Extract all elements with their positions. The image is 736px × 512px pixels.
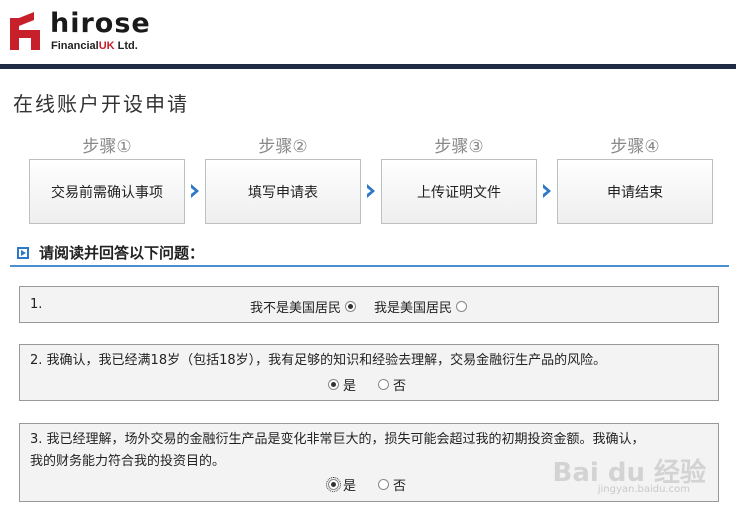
step-1-label: 步骤① xyxy=(82,137,132,157)
option-yes-radio[interactable] xyxy=(326,477,341,492)
question-2-options: 是 否 xyxy=(328,375,406,394)
question-3-options: 是 否 xyxy=(326,475,406,494)
question-3-number: 3. xyxy=(30,432,43,447)
play-bullet-icon xyxy=(17,246,29,259)
question-2: 2. 我确认，我已经满18岁（包括18岁），我有足够的知识和经验去理解，交易金融… xyxy=(19,344,719,401)
option-yes-label[interactable]: 是 xyxy=(343,375,356,394)
option-no-label[interactable]: 否 xyxy=(393,375,406,394)
brand-sub-prefix: Financial xyxy=(51,40,99,52)
section-heading-text: 请阅读并回答以下问题： xyxy=(39,244,205,262)
logo-h-icon xyxy=(10,12,40,50)
option-not-us-resident-label[interactable]: 我不是美国居民 xyxy=(250,297,341,316)
question-1: 1. 我不是美国居民 我是美国居民 xyxy=(19,286,719,323)
step-4-box: 申请结束 xyxy=(557,159,713,224)
step-3-box: 上传证明文件 xyxy=(381,159,537,224)
watermark-url: jingyan.baidu.com xyxy=(597,484,690,495)
question-1-number: 1. xyxy=(30,297,43,312)
site-header: hirose FinancialUK Ltd. xyxy=(0,0,736,66)
question-3-line-1: 3. 我已经理解，场外交易的金融衍生产品是变化非常巨大的，损失可能会超过我的初期… xyxy=(30,429,645,451)
step-2-label: 步骤② xyxy=(258,137,308,157)
option-us-resident-radio[interactable] xyxy=(456,301,468,312)
header-divider-bar xyxy=(0,64,736,69)
step-3-label: 步骤③ xyxy=(434,137,484,157)
option-yes-label[interactable]: 是 xyxy=(343,475,356,494)
brand-subtitle: FinancialUK Ltd. xyxy=(51,40,138,52)
option-no-label[interactable]: 否 xyxy=(393,475,406,494)
brand-logo[interactable]: hirose FinancialUK Ltd. xyxy=(10,8,160,54)
option-us-resident-label[interactable]: 我是美国居民 xyxy=(374,297,452,316)
option-no-radio[interactable] xyxy=(378,479,390,490)
option-not-us-resident-radio[interactable] xyxy=(345,301,357,312)
question-2-body: 我确认，我已经满18岁（包括18岁），我有足够的知识和经验去理解，交易金融衍生产… xyxy=(46,353,607,368)
section-heading: 请阅读并回答以下问题： xyxy=(17,242,204,263)
question-3-body-line-1: 我已经理解，场外交易的金融衍生产品是变化非常巨大的，损失可能会超过我的初期投资金… xyxy=(46,432,645,447)
brand-sub-uk: UK xyxy=(98,40,115,52)
chevron-right-icon xyxy=(191,184,199,198)
brand-sub-suffix: Ltd. xyxy=(114,40,138,52)
option-no-radio[interactable] xyxy=(378,379,390,390)
step-1-box: 交易前需确认事项 xyxy=(29,159,185,224)
question-1-options: 我不是美国居民 我是美国居民 xyxy=(250,297,468,316)
page-title: 在线账户开设申请 xyxy=(13,92,189,116)
question-2-number: 2. xyxy=(30,353,43,368)
chevron-right-icon xyxy=(367,184,375,198)
step-2-box: 填写申请表 xyxy=(205,159,361,224)
chevron-right-icon xyxy=(543,184,551,198)
step-4-label: 步骤④ xyxy=(610,137,660,157)
step-progress: 步骤① 交易前需确认事项 步骤② 填写申请表 步骤③ 上传证明文件 步骤④ 申请… xyxy=(0,130,736,230)
option-yes-radio[interactable] xyxy=(328,379,339,390)
section-divider xyxy=(10,265,729,267)
brand-name: hirose xyxy=(50,8,151,39)
question-2-text: 2. 我确认，我已经满18岁（包括18岁），我有足够的知识和经验去理解，交易金融… xyxy=(30,350,606,372)
